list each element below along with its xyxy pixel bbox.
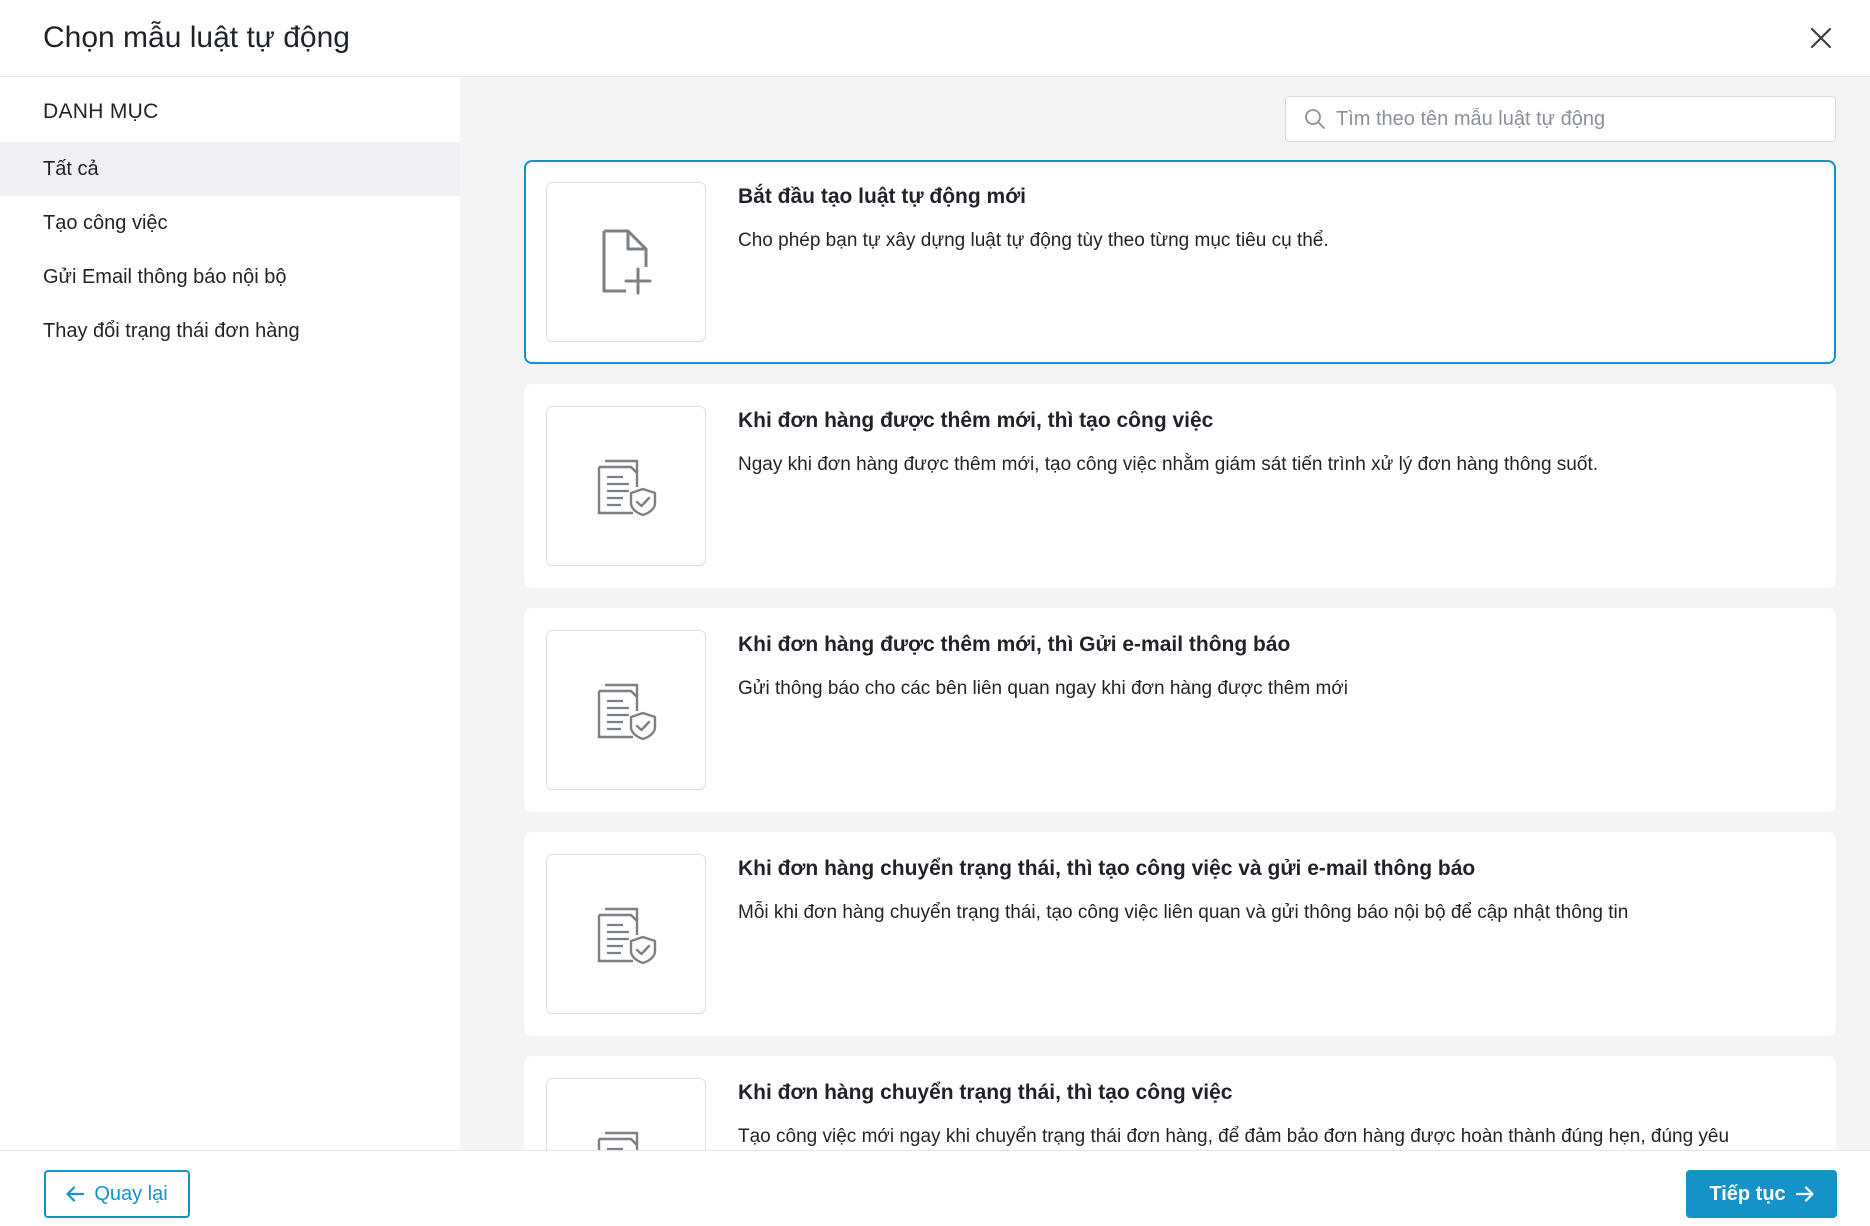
document-shield-icon	[597, 907, 657, 965]
back-button-label: Quay lại	[94, 1182, 168, 1205]
template-thumbnail	[546, 854, 706, 1014]
template-title: Khi đơn hàng được thêm mới, thì tạo công…	[738, 409, 1214, 432]
template-title: Bắt đầu tạo luật tự động mới	[738, 185, 1026, 208]
sidebar-item-label: Tạo công việc	[43, 212, 168, 234]
template-title: Khi đơn hàng chuyển trạng thái, thì tạo …	[738, 857, 1476, 880]
close-button[interactable]	[1802, 19, 1840, 57]
template-description: Ngay khi đơn hàng được thêm mới, tạo côn…	[738, 454, 1599, 475]
sidebar-item-create-task[interactable]: Tạo công việc	[0, 196, 460, 250]
arrow-right-icon	[1795, 1186, 1814, 1202]
template-description: Gửi thông báo cho các bên liên quan ngay…	[738, 678, 1348, 699]
template-card[interactable]: Khi đơn hàng chuyển trạng thái, thì tạo …	[524, 832, 1836, 1036]
template-title: Khi đơn hàng được thêm mới, thì Gửi e-ma…	[738, 633, 1291, 656]
new-file-icon	[602, 229, 652, 295]
arrow-left-icon	[66, 1186, 85, 1202]
document-shield-icon	[597, 459, 657, 517]
template-description: Tạo công việc mới ngay khi chuyển trạng …	[738, 1126, 1730, 1147]
sidebar-item-send-email[interactable]: Gửi Email thông báo nội bộ	[0, 250, 460, 304]
template-description: Cho phép bạn tự xây dựng luật tự động tù…	[738, 230, 1329, 251]
modal-title: Chọn mẫu luật tự động	[43, 21, 350, 54]
template-card-new-rule[interactable]: Bắt đầu tạo luật tự động mới Cho phép bạ…	[524, 160, 1836, 364]
template-thumbnail	[546, 182, 706, 342]
search-input[interactable]	[1336, 97, 1826, 141]
continue-button[interactable]: Tiếp tục	[1686, 1170, 1837, 1218]
category-sidebar: DANH MỤC Tất cả Tạo công việc Gửi Email …	[0, 78, 460, 1150]
automation-template-modal: Chọn mẫu luật tự động DANH MỤC Tất cả Tạ…	[0, 0, 1870, 1226]
document-shield-icon	[597, 1131, 639, 1150]
template-card[interactable]: Khi đơn hàng được thêm mới, thì tạo công…	[524, 384, 1836, 588]
template-description: Mỗi khi đơn hàng chuyển trạng thái, tạo …	[738, 902, 1629, 923]
template-thumbnail	[546, 406, 706, 566]
template-list-panel: Bắt đầu tạo luật tự động mới Cho phép bạ…	[460, 78, 1870, 1150]
close-icon	[1810, 27, 1832, 49]
modal-footer: Quay lại Tiếp tục	[0, 1150, 1870, 1226]
template-title: Khi đơn hàng chuyển trạng thái, thì tạo …	[738, 1081, 1233, 1104]
sidebar-item-all[interactable]: Tất cả	[0, 142, 460, 196]
sidebar-item-label: Thay đổi trạng thái đơn hàng	[43, 320, 300, 342]
search-icon	[1305, 109, 1325, 129]
category-heading: DANH MỤC	[43, 100, 159, 123]
modal-header: Chọn mẫu luật tự động	[0, 0, 1870, 77]
back-button[interactable]: Quay lại	[44, 1170, 190, 1218]
document-shield-icon	[597, 683, 657, 741]
template-card[interactable]: Khi đơn hàng được thêm mới, thì Gửi e-ma…	[524, 608, 1836, 812]
sidebar-item-change-order-status[interactable]: Thay đổi trạng thái đơn hàng	[0, 304, 460, 358]
search-box	[1285, 96, 1836, 142]
template-thumbnail	[546, 1078, 706, 1150]
template-card[interactable]: Khi đơn hàng chuyển trạng thái, thì tạo …	[524, 1056, 1836, 1150]
template-thumbnail	[546, 630, 706, 790]
sidebar-item-label: Gửi Email thông báo nội bộ	[43, 266, 287, 288]
sidebar-item-label: Tất cả	[43, 158, 99, 180]
continue-button-label: Tiếp tục	[1709, 1182, 1786, 1205]
